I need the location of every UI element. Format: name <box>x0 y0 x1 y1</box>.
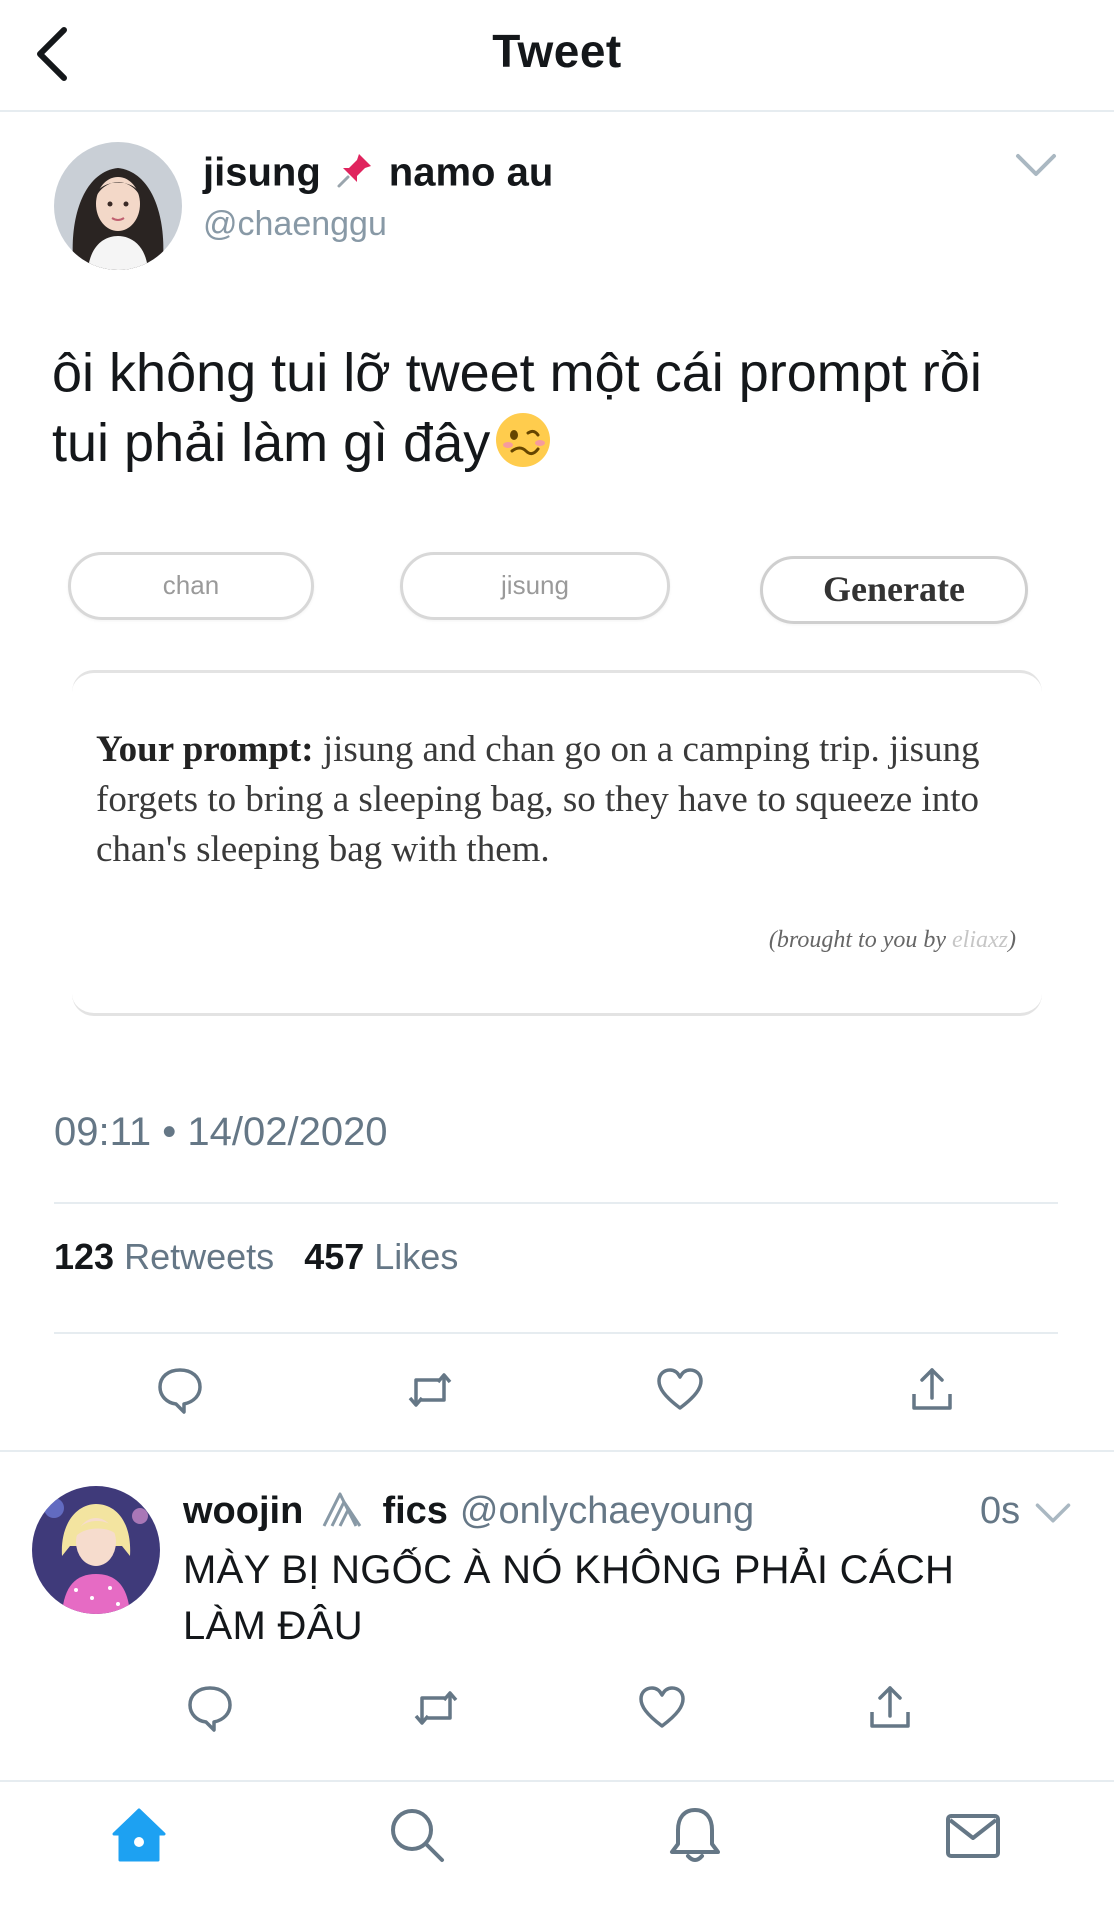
retweets-label[interactable]: Retweets <box>124 1236 274 1277</box>
credit-prefix: (brought to you by <box>768 927 947 953</box>
tweet-timestamp: 09:11 • 14/02/2020 <box>54 1110 388 1154</box>
share-icon[interactable] <box>864 1682 916 1734</box>
share-icon[interactable] <box>906 1364 958 1416</box>
tweet-image[interactable]: chan jisung Generate Your prompt: jisung… <box>68 540 1048 1030</box>
name-input-pill: chan <box>68 552 314 620</box>
credit-name: eliaxz <box>952 927 1008 953</box>
divider <box>0 1450 1114 1452</box>
tweet-text-line: tui phải làm gì đây <box>52 413 491 473</box>
bell-icon[interactable] <box>664 1804 726 1866</box>
tweet-text: ôi không tui lỡ tweet một cái prompt rồi… <box>52 338 1062 478</box>
retweets-count[interactable]: 123 <box>54 1236 114 1277</box>
reply-icon[interactable] <box>184 1682 236 1734</box>
reply-author-name-part: fics <box>382 1490 448 1533</box>
retweet-icon[interactable] <box>410 1682 462 1734</box>
avatar[interactable] <box>54 142 182 270</box>
name-input-pill: jisung <box>400 552 670 620</box>
home-icon[interactable] <box>108 1804 170 1866</box>
tweet-text-line: ôi không tui lỡ tweet một cái prompt rồi <box>52 343 982 403</box>
reply-icon[interactable] <box>154 1364 206 1416</box>
divider <box>54 1332 1058 1334</box>
paperclip-icon <box>320 1488 366 1538</box>
tweet-stats: 123 Retweets 457 Likes <box>54 1236 478 1278</box>
mail-icon[interactable] <box>942 1804 1004 1866</box>
likes-count[interactable]: 457 <box>304 1236 364 1277</box>
reply-author[interactable]: woojin fics @onlychaeyoung <box>183 1488 754 1538</box>
generate-button: Generate <box>760 556 1028 624</box>
chevron-down-icon[interactable] <box>1014 150 1058 180</box>
reply-author-name-part: woojin <box>183 1490 304 1533</box>
reply-text: MÀY BỊ NGỐC À NÓ KHÔNG PHẢI CÁCH LÀM ĐÂU <box>183 1548 955 1648</box>
author-name-part: namo au <box>388 150 554 195</box>
prompt-credit: (brought to you by eliaxz) <box>769 927 1016 954</box>
heart-icon[interactable] <box>636 1682 688 1734</box>
reply-time: 0s <box>980 1490 1021 1532</box>
chevron-down-icon[interactable] <box>1034 1500 1072 1526</box>
divider <box>54 1202 1058 1204</box>
reply-handle: @onlychaeyoung <box>459 1490 755 1533</box>
author-name-part: jisung <box>203 150 321 195</box>
pushpin-icon <box>335 150 375 200</box>
heart-icon[interactable] <box>654 1364 706 1416</box>
author-handle[interactable]: @chaenggu <box>203 205 387 244</box>
author-display-name[interactable]: jisung namo au <box>203 150 553 200</box>
credit-suffix: ) <box>1008 927 1016 953</box>
prompt-label: Your prompt: <box>96 729 314 770</box>
likes-label[interactable]: Likes <box>374 1236 458 1277</box>
retweet-icon[interactable] <box>404 1364 456 1416</box>
page-title: Tweet <box>492 25 622 77</box>
prompt-text: Your prompt: jisung and chan go on a cam… <box>96 725 1016 875</box>
reply-avatar[interactable] <box>32 1486 160 1614</box>
search-icon[interactable] <box>386 1804 448 1866</box>
woozy-face-icon <box>494 411 552 469</box>
prompt-box: Your prompt: jisung and chan go on a cam… <box>72 670 1042 1016</box>
